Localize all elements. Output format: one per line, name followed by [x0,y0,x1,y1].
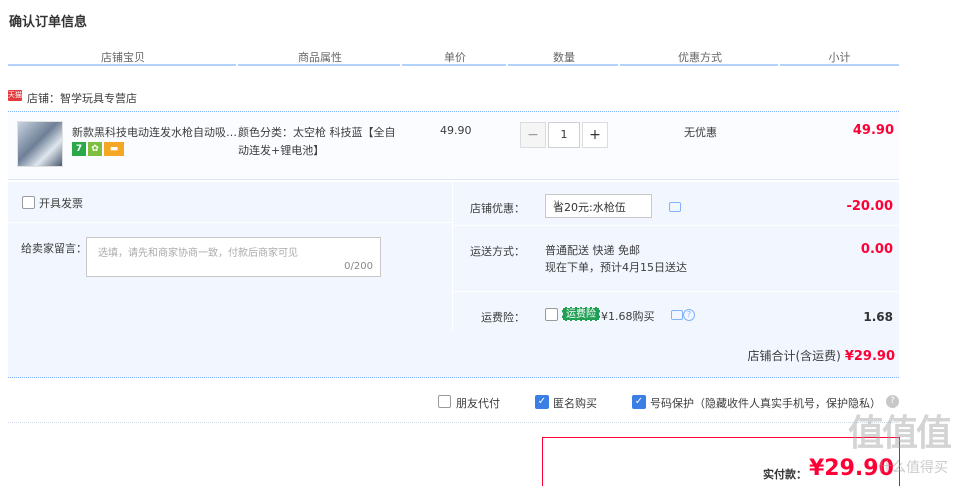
column-header-property: 商品属性 [298,51,342,64]
divider [8,222,452,223]
chevron-down-icon: ∨ [553,198,561,209]
column-header-subtotal: 小计 [828,51,851,64]
number-protect-checkbox-checked-icon[interactable]: ✓ [632,395,646,409]
divider [453,291,900,292]
left-options: 开具发票 给卖家留言： 选填，请先和商家协商一致，付款后商家可见 0/200 [8,182,452,332]
seven-day-return-icon[interactable]: 7 [72,142,86,156]
invoice-checkbox[interactable] [22,196,35,209]
item-subtotal: 49.90 [852,123,894,138]
header-underline [620,64,778,66]
friend-pay-label: 朋友代付 [456,397,500,410]
shipping-info: 普通配送 快递 免邮 现在下单，预计4月15日送达 [545,242,687,276]
quantity-input[interactable]: 1 [548,122,580,148]
divider [8,422,899,423]
header-underline [780,64,899,66]
insurance-checkbox[interactable] [545,308,558,321]
order-options-panel: 开具发票 给卖家留言： 选填，请先和商家协商一致，付款后商家可见 0/200 店… [8,182,900,378]
header-underline [508,64,618,66]
watermark-logo: 值值值 [847,413,952,454]
anonymous-checkbox-checked-icon[interactable]: ✓ [535,395,549,409]
product-property: 颜色分类：太空枪 科技蓝【全自动连发+锂电池】 [238,126,396,157]
guarantee-icon[interactable]: ✿ [88,142,102,156]
credit-card-icon[interactable]: ▬ [104,142,124,156]
number-protect-label: 号码保护（隐藏收件人真实手机号，保护隐私） [650,397,881,410]
right-options: 店铺优惠： 省20元:水枪伍 ∨ -20.00 运送方式： 普通配送 快递 免邮… [452,182,900,332]
note-label: 给卖家留言： [21,242,87,255]
shop-row: 天猫 店铺：智学玩具专营店 [8,88,899,108]
shop-name[interactable]: 店铺：智学玩具专营店 [27,90,137,106]
column-headers: 店铺宝贝 商品属性 单价 数量 优惠方式 小计 [8,46,899,66]
header-underline [402,64,506,66]
divider [453,225,900,226]
page-title: 确认订单信息 [9,15,88,30]
payment-summary: 实付款： ¥29.90 [542,437,900,486]
friend-pay-checkbox[interactable] [438,395,451,408]
shipping-eta: 现在下单，预计4月15日送达 [545,261,687,274]
note-field[interactable]: 选填，请先和商家协商一致，付款后商家可见 0/200 [86,237,381,277]
shipping-label: 运送方式： [470,245,525,258]
insurance-price: ¥1.68购买 [601,310,655,323]
shop-discount-select[interactable]: 省20元:水枪伍 ∨ [545,194,652,218]
shipping-method: 普通配送 快递 免邮 [545,244,640,257]
shop-total-amount: ¥29.90 [844,349,895,364]
product-title[interactable]: 新款黑科技电动连发水枪自动吸… [72,124,238,140]
note-placeholder: 选填，请先和商家协商一致，付款后商家可见 [98,248,298,259]
invoice-label: 开具发票 [39,197,83,210]
header-underline [238,64,400,66]
header-underline [8,64,236,66]
chat-icon[interactable] [669,202,681,212]
note-counter: 0/200 [344,261,373,272]
order-item-row: 新款黑科技电动连发水枪自动吸… 7 ✿ ▬ 颜色分类：太空枪 科技蓝【全自动连发+锂… [8,112,899,180]
unit-price: 49.90 [440,124,472,137]
decrease-quantity-button[interactable]: − [520,122,546,148]
insurance-label: 运费险： [481,311,525,324]
column-header-quantity: 数量 [553,51,575,64]
increase-quantity-button[interactable]: + [582,122,608,148]
shop-discount-label: 店铺优惠： [470,202,525,215]
insurance-badge: 运费险 [562,307,600,321]
item-discount: 无优惠 [684,126,717,139]
column-header-price: 单价 [444,51,466,64]
help-icon[interactable]: ? [683,309,695,321]
shipping-amount: 0.00 [860,242,893,257]
chat-icon[interactable] [671,310,683,320]
insurance-amount: 1.68 [863,310,893,324]
shop-total-label: 店铺合计(含运费) [747,349,841,363]
service-badges: 7 ✿ ▬ [72,141,126,156]
anonymous-label: 匿名购买 [553,397,597,410]
product-thumbnail[interactable] [17,121,63,167]
shop-discount-amount: -20.00 [846,199,893,214]
tmall-icon: 天猫 [8,90,22,101]
column-header-discount: 优惠方式 [678,51,722,64]
payment-label: 实付款： [763,468,807,481]
column-header-product: 店铺宝贝 [101,51,145,64]
watermark-text: 什么值得买 [878,460,948,476]
shop-total: 店铺合计(含运费) ¥29.90 [747,347,895,364]
